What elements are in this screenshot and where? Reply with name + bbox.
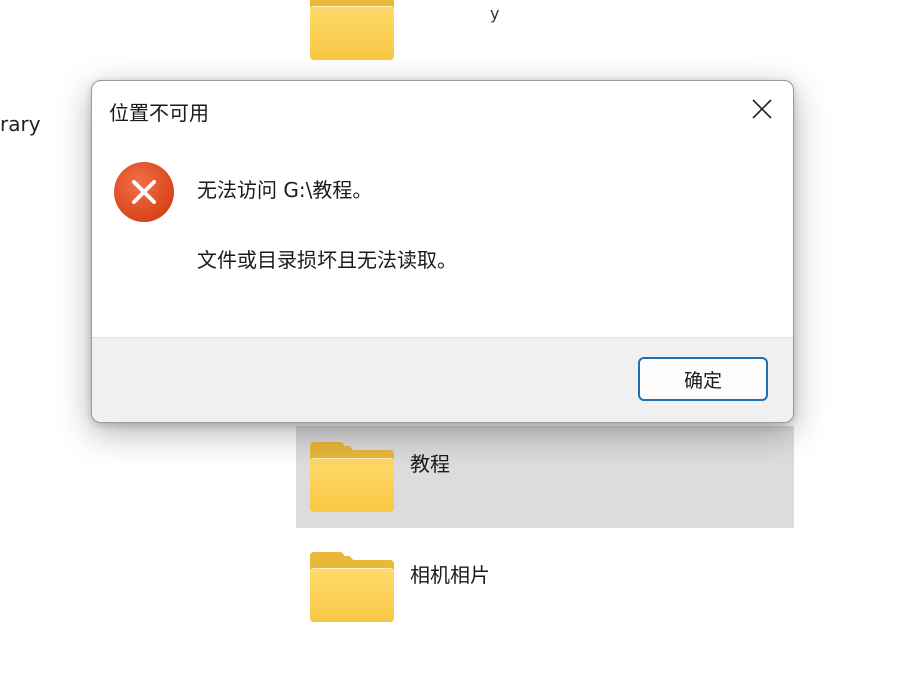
folder-icon[interactable] [310,552,394,622]
dialog-title: 位置不可用 [109,101,209,125]
folder-label[interactable]: 相机相片 [410,559,490,588]
sidebar-item-library-partial[interactable]: rary [0,112,41,136]
error-icon [114,162,174,222]
error-dialog: 位置不可用 无法访问 G:\教程。 文件或目录损坏且无法读取。 确定 [91,80,794,423]
ok-button[interactable]: 确定 [638,357,768,401]
close-icon [752,99,772,119]
item-label-partial: y [490,4,500,23]
folder-label[interactable]: 教程 [410,448,450,477]
dialog-footer: 确定 [92,337,793,422]
error-message: 无法访问 G:\教程。 [197,178,373,202]
error-detail: 文件或目录损坏且无法读取。 [197,248,457,272]
folder-icon[interactable] [310,0,394,60]
close-button[interactable] [742,91,782,127]
folder-icon[interactable] [310,442,394,512]
